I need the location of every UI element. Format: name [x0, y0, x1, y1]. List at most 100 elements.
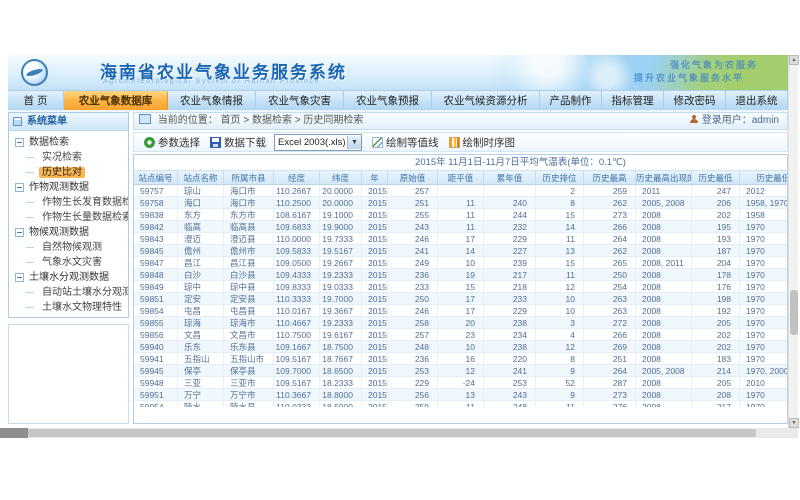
nav-tab-6[interactable]: 产品制作: [540, 91, 602, 111]
table-cell: 187: [692, 245, 740, 257]
table-row[interactable]: 59843澄迈澄迈县110.000019.7333201524617229112…: [134, 233, 787, 245]
tree-child-label: 作物生长量数据检索: [39, 212, 129, 223]
scroll-up-icon[interactable]: ▲: [789, 55, 799, 65]
table-cell: 2015: [362, 293, 388, 305]
table-row[interactable]: 59948三亚三亚市109.516718.23332015229-2425352…: [134, 377, 787, 389]
nav-tabs: 首 页农业气象数据库农业气象情报农业气象灾害农业气象预报农业气候资源分析产品制作…: [8, 90, 788, 110]
table-cell: 238: [484, 317, 536, 329]
table-row[interactable]: 59941五指山五指山市109.516718.76672015236162208…: [134, 353, 787, 365]
table-cell: 109.8333: [274, 281, 320, 293]
table-cell: 2008: [636, 305, 692, 317]
table-row[interactable]: 59847昌江昌江县109.050019.2667201524910239152…: [134, 257, 787, 269]
tree-parent-item-3[interactable]: 土壤水分观测数据: [9, 270, 128, 285]
horizontal-scrollbar-thumb[interactable]: [28, 429, 756, 437]
table-cell: 文昌市: [224, 329, 274, 341]
tree-child-item-2-0[interactable]: 自然物候观测: [9, 240, 128, 255]
tree-parent-item-0[interactable]: 数据检索: [9, 135, 128, 150]
table-row[interactable]: 59954陵水陵水县110.033318.5000201525911248112…: [134, 401, 787, 407]
table-cell: 59848: [134, 269, 178, 281]
table-row[interactable]: 59940乐东乐东县109.166718.7500201524810238122…: [134, 341, 787, 353]
banner-slogan-line1: 强化气象为农服务: [634, 59, 758, 72]
app-window: 海南省农业气象业务服务系统 Agrometeorological System …: [8, 55, 788, 428]
collapse-icon[interactable]: [15, 228, 24, 237]
table-row[interactable]: 59851定安定安县110.333319.7000201525017233102…: [134, 293, 787, 305]
table-cell: [484, 185, 536, 197]
breadcrumb[interactable]: 首页 > 数据检索 > 历史同期检索: [221, 115, 364, 126]
tree-child-item-2-1[interactable]: 气象水文灾害: [9, 255, 128, 270]
table-cell: 243: [484, 389, 536, 401]
nav-tab-9[interactable]: 退出系统: [726, 91, 788, 111]
draw-timeseries-label: 绘制时序图: [463, 135, 516, 150]
table-cell: 110.2500: [274, 197, 320, 209]
tree-parent-item-2[interactable]: 物候观测数据: [9, 225, 128, 240]
table-cell: 19.2333: [320, 317, 362, 329]
table-row[interactable]: 59845儋州儋州市109.583319.5167201524114227132…: [134, 245, 787, 257]
table-cell: 59951: [134, 389, 178, 401]
table-cell: 10: [438, 257, 484, 269]
logo-globe-icon: [21, 59, 48, 86]
scroll-left-icon[interactable]: [0, 428, 28, 438]
table-cell: 229: [484, 233, 536, 245]
tree-child-item-1-1[interactable]: 作物生长量数据检索: [9, 210, 128, 225]
table-cell: 18.7667: [320, 353, 362, 365]
table-cell: 琼海市: [224, 317, 274, 329]
draw-timeseries-button[interactable]: 绘制时序图: [449, 135, 516, 150]
tree-parent-item-1[interactable]: 作物观测数据: [9, 180, 128, 195]
table-cell: 东方市: [224, 209, 274, 221]
table-cell: 248: [484, 401, 536, 407]
param-select-button[interactable]: 参数选择: [144, 135, 200, 150]
tree-child-item-3-1[interactable]: 土壤水文物理特性: [9, 300, 128, 315]
table-cell: 2010: [740, 377, 787, 389]
nav-tab-4[interactable]: 农业气象预报: [344, 91, 432, 111]
nav-tab-1[interactable]: 农业气象数据库: [64, 91, 168, 111]
table-row[interactable]: 59758海口海口市110.250020.0000201525111240826…: [134, 197, 787, 209]
table-cell: 266: [584, 221, 636, 233]
tree-child-item-3-0[interactable]: 自动站土壤水分观测: [9, 285, 128, 300]
table-row[interactable]: 59757琼山海口市110.266720.0000201525722592011…: [134, 185, 787, 197]
table-cell: 16: [438, 353, 484, 365]
table-row[interactable]: 59951万宁万宁市110.366718.8000201525613243927…: [134, 389, 787, 401]
tree-child-label: 实况检索: [39, 152, 85, 163]
table-row[interactable]: 59838东方东方市108.616719.1000201525511244152…: [134, 209, 787, 221]
tree-child-item-0-0[interactable]: 实况检索: [9, 150, 128, 165]
table-row[interactable]: 59854屯昌屯昌县110.016719.3667201524617229102…: [134, 305, 787, 317]
data-download-button[interactable]: 数据下载: [210, 135, 266, 150]
column-header-0: 站点编号: [134, 170, 178, 185]
scroll-down-icon[interactable]: ▼: [789, 418, 799, 428]
vertical-scrollbar-thumb[interactable]: [790, 290, 798, 335]
tree-child-item-0-1[interactable]: 历史比对: [9, 165, 128, 180]
table-cell: 保亭: [178, 365, 224, 377]
nav-tab-8[interactable]: 修改密码: [664, 91, 726, 111]
export-format-select[interactable]: Excel 2003(.xls) ▼: [274, 134, 362, 151]
nav-tab-3[interactable]: 农业气象灾害: [256, 91, 344, 111]
table-cell: 2008: [636, 329, 692, 341]
column-header-11: 历史最高出现的年份: [636, 170, 692, 185]
table-cell: 259: [584, 185, 636, 197]
collapse-icon[interactable]: [15, 138, 24, 147]
table-row[interactable]: 59849琼中琼中县109.833319.0333201523315218122…: [134, 281, 787, 293]
table-cell: 2015: [362, 401, 388, 407]
vertical-scrollbar[interactable]: ▲ ▼: [788, 55, 798, 428]
table-row[interactable]: 59848白沙白沙县109.433319.2333201523619217112…: [134, 269, 787, 281]
table-cell: 17: [438, 233, 484, 245]
table-cell: 241: [388, 245, 438, 257]
nav-tab-7[interactable]: 指标管理: [602, 91, 664, 111]
chevron-down-icon[interactable]: ▼: [347, 136, 361, 149]
nav-tab-2[interactable]: 农业气象情报: [168, 91, 256, 111]
collapse-icon[interactable]: [15, 273, 24, 282]
table-cell: 海口: [178, 197, 224, 209]
horizontal-scrollbar[interactable]: [0, 428, 798, 438]
table-row[interactable]: 59856文昌文昌市110.750019.6167201525723234426…: [134, 329, 787, 341]
draw-contour-button[interactable]: 绘制等值线: [372, 135, 439, 150]
nav-tab-5[interactable]: 农业气候资源分析: [432, 91, 540, 111]
table-cell: 220: [484, 353, 536, 365]
table-row[interactable]: 59842临高临高县109.683319.9000201524311232142…: [134, 221, 787, 233]
table-cell: 19.0333: [320, 281, 362, 293]
collapse-icon[interactable]: [15, 183, 24, 192]
table-row[interactable]: 59855琼海琼海市110.466719.2333201525820238327…: [134, 317, 787, 329]
table-row[interactable]: 59945保亭保亭县109.700018.6500201525312241926…: [134, 365, 787, 377]
tree-child-item-1-0[interactable]: 作物生长发育数据检索: [9, 195, 128, 210]
table-cell: 20.0000: [320, 197, 362, 209]
table-cell: 2015: [362, 197, 388, 209]
nav-tab-0[interactable]: 首 页: [8, 91, 64, 111]
